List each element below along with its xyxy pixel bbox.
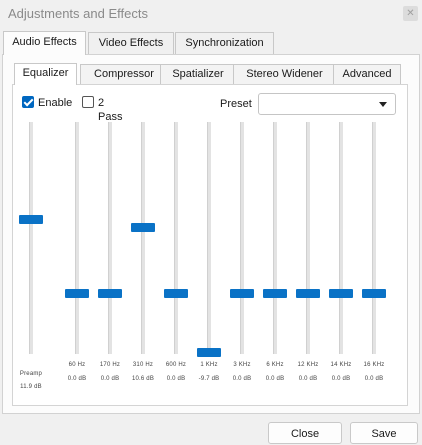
tab-video-effects[interactable]: Video Effects [88,32,174,54]
slider-thumb[interactable] [362,288,386,298]
preset-label: Preset [220,98,252,110]
window-title: Adjustments and Effects [8,6,148,21]
slider-thumb[interactable] [230,288,254,298]
two-pass-label: 2 Pass [98,97,123,123]
slider-track [108,122,112,354]
slider-track [240,122,244,354]
slider-thumb[interactable] [131,223,155,233]
slider-thumb[interactable] [329,288,353,298]
title-bar: Adjustments and Effects ✕ [0,0,422,30]
chevron-down-icon [379,102,387,107]
slider-track [372,122,376,354]
enable-checkbox[interactable] [22,96,34,108]
preset-dropdown[interactable] [258,93,396,115]
slider-16-khz[interactable] [361,122,387,354]
save-button[interactable]: Save [350,422,418,444]
tab-equalizer[interactable]: Equalizer [14,63,77,85]
slider-1-khz[interactable] [196,122,222,358]
slider-track [141,122,145,354]
window-close-button[interactable]: ✕ [403,6,418,21]
tab-stereo-widener[interactable]: Stereo Widener [233,64,336,84]
slider-thumb[interactable] [164,288,188,298]
slider-track [339,122,343,354]
tab-compressor[interactable]: Compressor [80,64,168,84]
preamp-label: Preamp [19,371,43,377]
band-value-label: 0.0 dB [364,376,384,382]
slider-track [75,122,79,354]
slider-310-hz[interactable] [130,122,156,354]
tab-spatializer[interactable]: Spatializer [160,64,236,84]
slider-thumb[interactable] [65,288,89,298]
slider-170-hz[interactable] [97,122,123,354]
slider-thumb[interactable] [296,288,320,298]
slider-track [29,122,33,354]
slider-track [306,122,310,354]
close-button[interactable]: Close [268,422,342,444]
slider-track [273,122,277,354]
slider-6-khz[interactable] [262,122,288,354]
band-frequency-label: 16 KHz [363,362,385,368]
slider-60-hz[interactable] [64,122,90,354]
two-pass-checkbox[interactable] [82,96,94,108]
slider-track [207,122,211,354]
slider-3-khz[interactable] [229,122,255,354]
slider-14-khz[interactable] [328,122,354,354]
tab-audio-effects[interactable]: Audio Effects [3,31,86,55]
band-value-label: 11.9 dB [20,384,42,390]
enable-label: Enable [38,97,73,109]
slider-thumb[interactable] [263,288,287,298]
tab-synchronization[interactable]: Synchronization [175,32,274,54]
slider-12-khz[interactable] [295,122,321,354]
slider-thumb[interactable] [98,288,122,298]
slider-preamp[interactable] [18,122,44,354]
slider-600-hz[interactable] [163,122,189,354]
slider-track [174,122,178,354]
slider-thumb[interactable] [197,348,221,358]
slider-thumb[interactable] [19,215,43,225]
tab-advanced[interactable]: Advanced [333,64,401,84]
